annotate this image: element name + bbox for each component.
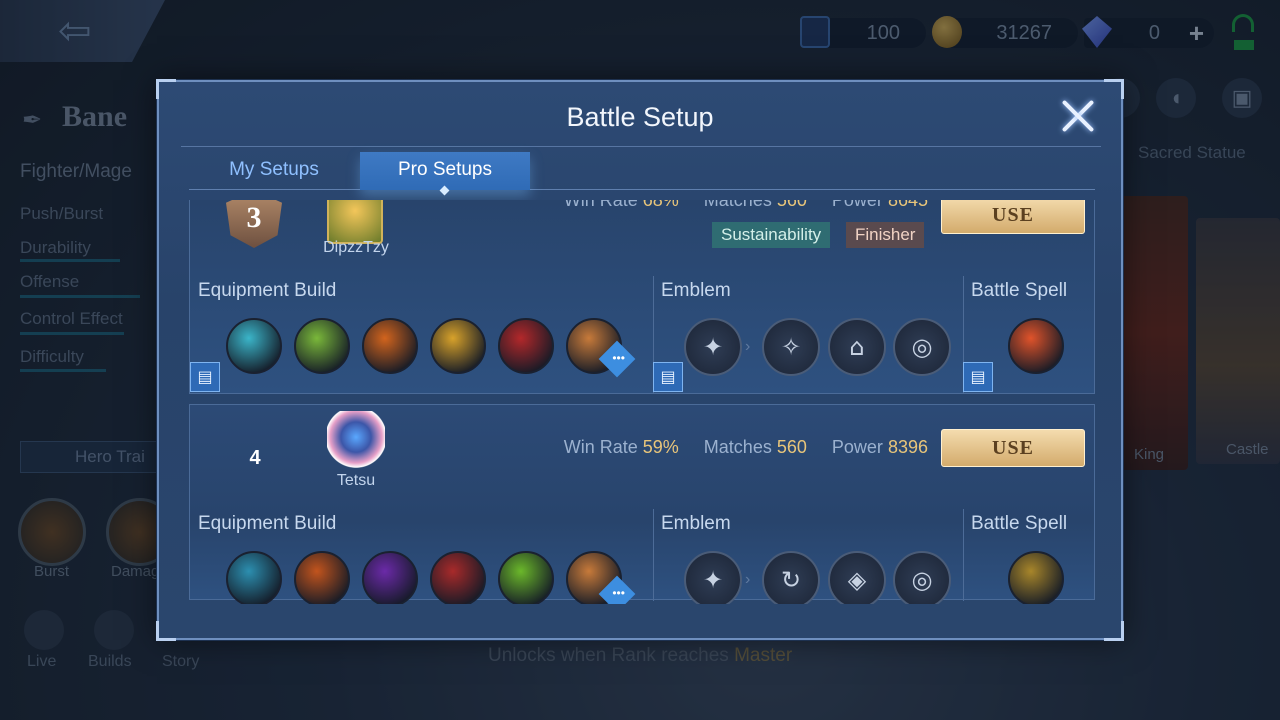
close-icon[interactable]: [1059, 97, 1097, 135]
battle-setup-dialog: Battle Setup My Setups Pro Setups 3 Dipz…: [156, 79, 1124, 641]
more-glyph: •••: [612, 350, 625, 365]
equipment-item-icon[interactable]: [362, 318, 418, 374]
rank-badge: 3: [226, 200, 282, 248]
emblem-arrow-icon: ›: [745, 338, 751, 355]
avatar: [327, 411, 385, 469]
equipment-item-icon[interactable]: [226, 318, 282, 374]
equipment-item-icon[interactable]: [362, 551, 418, 604]
column-divider: [963, 509, 964, 601]
emblem-talent-icon[interactable]: ⌂: [828, 318, 886, 376]
title-divider: [181, 146, 1101, 147]
matches-value: 560: [776, 437, 807, 457]
player-name: DipzzTzy: [323, 239, 389, 256]
matches-label: Matches: [703, 437, 772, 457]
battle-spell-icon[interactable]: [1008, 551, 1064, 604]
dialog-title: Battle Setup: [566, 102, 714, 132]
equipment-build-label: Equipment Build: [198, 513, 337, 534]
equipment-item-icon[interactable]: [294, 551, 350, 604]
corner-ornament: [156, 79, 176, 99]
equipment-build-label: Equipment Build: [198, 280, 337, 301]
spell-details-icon[interactable]: ▤: [963, 362, 993, 392]
emblem-talent-icon[interactable]: ✦: [684, 318, 742, 376]
equipment-item-icon[interactable]: [226, 551, 282, 604]
rank-number: 4: [249, 447, 261, 469]
emblem-details-icon[interactable]: ▤: [653, 362, 683, 392]
battle-spell-icon[interactable]: [1008, 318, 1064, 374]
tag-finisher: Finisher: [846, 222, 925, 248]
corner-ornament: [156, 621, 176, 641]
win-rate-value: 59%: [642, 437, 679, 457]
equipment-item-icon[interactable]: [498, 551, 554, 604]
setup-card: 4 Tetsu Win Rate 59% Matches 560 Power 8…: [189, 404, 1095, 604]
corner-ornament: [1104, 621, 1124, 641]
equipment-details-icon[interactable]: ▤: [190, 362, 220, 392]
setup-stats: Win Rate 59% Matches 560 Power 8396: [564, 437, 928, 458]
setup-stats: Win Rate 68% Matches 560 Power 8645: [564, 200, 928, 211]
pro-setups-list[interactable]: 3 DipzzTzy Win Rate 68% Matches 560 Powe…: [189, 200, 1095, 604]
win-rate-label: Win Rate: [563, 437, 638, 457]
setup-card-body: Equipment Build Emblem Battle Spell ••• …: [189, 200, 1095, 394]
game-screen: ⇦ 100 31267 0 + ◖ ▣ Bane ✒ Fighter/Mage …: [0, 0, 1280, 720]
avatar: [327, 200, 383, 244]
equipment-item-icon[interactable]: [498, 318, 554, 374]
tab-my-setups[interactable]: My Setups: [189, 152, 359, 190]
player-name: Tetsu: [336, 472, 376, 489]
emblem-label: Emblem: [661, 280, 731, 301]
battle-spell-label: Battle Spell: [971, 513, 1068, 534]
win-rate-value: 68%: [642, 200, 679, 210]
emblem-label: Emblem: [661, 513, 731, 534]
use-button[interactable]: USE: [941, 429, 1085, 467]
power-label: Power: [831, 437, 883, 457]
setup-tabs: My Setups Pro Setups: [189, 152, 1095, 190]
matches-value: 560: [776, 200, 807, 210]
emblem-talent-icon[interactable]: ✦: [684, 551, 742, 604]
power-value: 8396: [887, 437, 928, 457]
equipment-item-icon[interactable]: [294, 318, 350, 374]
emblem-talent-icon[interactable]: ✧: [762, 318, 820, 376]
tab-pro-setups[interactable]: Pro Setups: [360, 152, 530, 190]
use-button[interactable]: USE: [941, 200, 1085, 234]
tag-sustainability: Sustainability: [712, 222, 831, 248]
emblem-talent-icon[interactable]: ◎: [893, 551, 951, 604]
equipment-item-icon[interactable]: [430, 551, 486, 604]
win-rate-label: Win Rate: [563, 200, 638, 210]
corner-ornament: [1104, 79, 1124, 99]
equipment-items: [226, 551, 622, 604]
emblem-talent-icon[interactable]: ↻: [762, 551, 820, 604]
equipment-item-icon[interactable]: [430, 318, 486, 374]
matches-label: Matches: [703, 200, 772, 210]
power-label: Power: [831, 200, 883, 210]
emblem-talent-icon[interactable]: ◈: [828, 551, 886, 604]
power-value: 8645: [887, 200, 928, 210]
battle-spell-label: Battle Spell: [971, 280, 1068, 301]
emblem-arrow-icon: ›: [745, 571, 751, 588]
more-glyph: •••: [612, 585, 625, 600]
equipment-items: [226, 318, 622, 374]
emblem-talent-icon[interactable]: ◎: [893, 318, 951, 376]
column-divider: [653, 509, 654, 601]
